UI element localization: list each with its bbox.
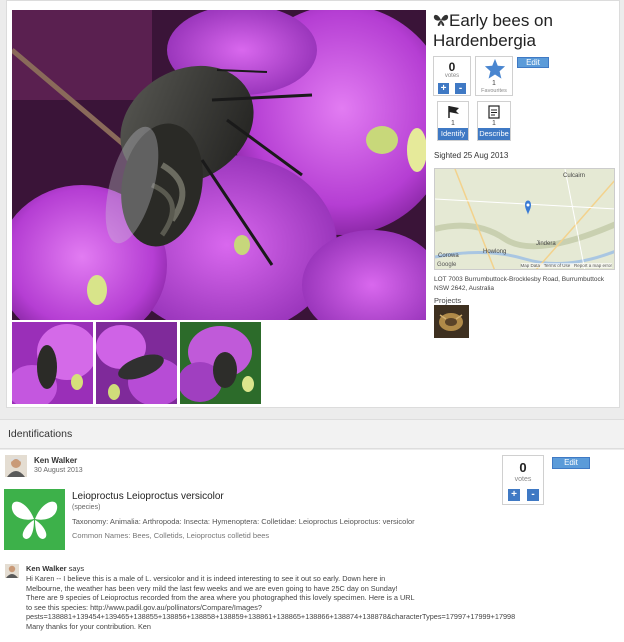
vote-count: 0 <box>519 460 527 475</box>
vote-up-button[interactable]: + <box>508 489 520 501</box>
vote-label: votes <box>514 476 532 483</box>
flag-icon <box>448 106 459 118</box>
comment-author: Ken Walker says <box>26 564 84 573</box>
describe-count: 1 <box>492 120 496 127</box>
identifications-header: Identifications <box>0 419 624 449</box>
document-icon <box>488 105 500 119</box>
identify-box[interactable]: 1 Identify <box>437 101 469 141</box>
butterfly-icon <box>433 14 449 26</box>
star-icon[interactable] <box>484 58 506 80</box>
map-town-label: Jindera <box>536 241 556 247</box>
species-name-link[interactable]: Leioproctus Leioproctus versicolor <box>72 491 224 502</box>
map-town-label: Culcairn <box>563 173 586 179</box>
map-town-label: Howlong <box>483 249 507 255</box>
main-photo[interactable] <box>12 10 426 320</box>
vote-down-button[interactable]: - <box>455 83 466 94</box>
comment-author-name[interactable]: Ken Walker <box>26 564 67 573</box>
sighting-title-text: Early bees on Hardenbergia <box>433 11 553 50</box>
identify-button[interactable]: Identify <box>438 128 468 140</box>
photo-thumbnail-1[interactable] <box>12 322 93 404</box>
map-provider-logo: Google <box>437 262 457 268</box>
identifications-heading: Identifications <box>8 428 73 440</box>
location-map[interactable]: Culcairn Howlong Jindera Corowa Google M… <box>434 168 615 270</box>
describe-button[interactable]: Describe <box>478 128 510 140</box>
sighting-vote-box: 0 votes + - <box>433 56 471 96</box>
favourites-label: Favourites <box>481 88 507 94</box>
identification-vote-box: 0 votes + - <box>502 455 544 505</box>
common-names-text: Common Names: Bees, Colletids, Leioproct… <box>72 531 270 540</box>
map-town-label: Corowa <box>438 253 459 259</box>
edit-identification-button[interactable]: Edit <box>552 457 590 469</box>
project-thumbnail[interactable] <box>434 305 469 338</box>
butterfly-icon <box>4 489 65 550</box>
comment-says: says <box>68 564 85 573</box>
favourites-count: 1 <box>492 80 496 87</box>
map-report-link[interactable]: Report a map error <box>574 263 612 268</box>
sighting-address: LOT 7003 Burrumbuttock-Brocklesby Road, … <box>434 276 605 292</box>
vote-label: votes <box>444 73 460 79</box>
avatar[interactable] <box>5 455 27 477</box>
identifier-name[interactable]: Ken Walker <box>34 456 77 465</box>
projects-label: Projects <box>434 296 462 305</box>
photo-thumbnail-2[interactable] <box>96 322 177 404</box>
map-data-link[interactable]: Map Data <box>521 263 541 268</box>
taxonomy-text: Taxonomy: Animalia: Arthropoda: Insecta:… <box>72 517 415 526</box>
avatar[interactable] <box>5 564 19 578</box>
species-image[interactable] <box>4 489 65 550</box>
vote-up-button[interactable]: + <box>438 83 449 94</box>
favourites-box[interactable]: 1 Favourites <box>475 56 513 96</box>
identification-date: 30 August 2013 <box>34 467 83 474</box>
vote-down-button[interactable]: - <box>527 489 539 501</box>
thumbnail-strip <box>12 322 262 404</box>
species-rank: (species) <box>72 504 101 511</box>
describe-box[interactable]: 1 Describe <box>477 101 511 141</box>
map-attribution: Map Data Terms of Use Report a map error <box>520 263 612 268</box>
photo-thumbnail-3[interactable] <box>180 322 261 404</box>
sighting-title: Early bees on Hardenbergia <box>433 11 613 51</box>
vote-count: 0 <box>448 60 456 74</box>
sighted-date: Sighted 25 Aug 2013 <box>434 151 509 160</box>
edit-sighting-button[interactable]: Edit <box>517 57 549 68</box>
identify-count: 1 <box>451 120 455 127</box>
comment-text: Hi Karen -- I believe this is a male of … <box>26 574 516 631</box>
map-terms-link[interactable]: Terms of Use <box>544 263 571 268</box>
